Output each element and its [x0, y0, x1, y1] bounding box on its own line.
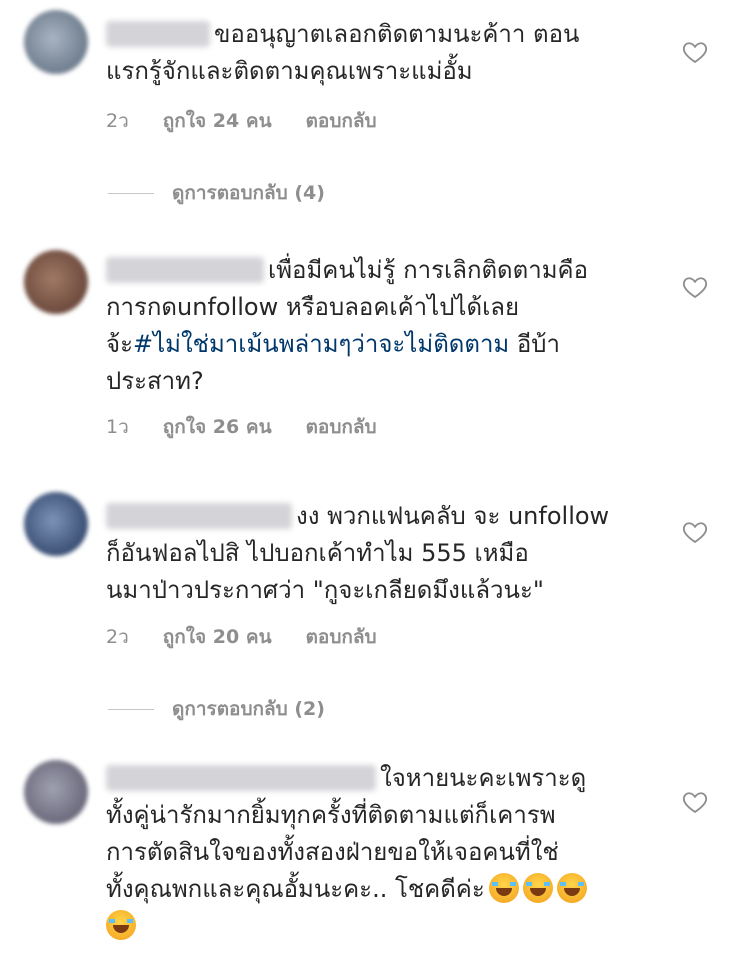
avatar[interactable]	[24, 760, 88, 824]
heart-outline-icon[interactable]	[681, 38, 709, 66]
face-with-tears-of-joy-icon	[522, 873, 553, 903]
view-replies-1[interactable]: ดูการตอบกลับ (4)	[108, 178, 325, 208]
replies-divider	[108, 192, 154, 194]
likes-count[interactable]: ถูกใจ 20 คน	[163, 622, 272, 652]
likes-count[interactable]: ถูกใจ 26 คน	[163, 412, 272, 442]
heart-outline-icon[interactable]	[681, 518, 709, 546]
username-redacted[interactable]	[106, 257, 264, 283]
comment-time: 2ว	[106, 110, 129, 132]
avatar[interactable]	[24, 492, 88, 556]
avatar[interactable]	[24, 250, 88, 314]
comment-time: 2ว	[106, 626, 129, 648]
heart-outline-icon[interactable]	[681, 273, 709, 301]
reply-button[interactable]: ตอบกลับ	[306, 412, 377, 442]
reply-button[interactable]: ตอบกลับ	[306, 622, 377, 652]
comment-meta: 1ว ถูกใจ 26 คน ตอบกลับ	[106, 412, 377, 442]
avatar[interactable]	[24, 10, 88, 74]
heart-outline-icon[interactable]	[681, 788, 709, 816]
reply-button[interactable]: ตอบกลับ	[306, 106, 377, 136]
comment-meta: 2ว ถูกใจ 20 คน ตอบกลับ	[106, 622, 377, 652]
comment-text: เพื่อมีคนไม่รู้ การเลิกติดตามคือ การกดun…	[106, 256, 588, 395]
replies-divider	[108, 708, 154, 710]
face-with-tears-of-joy-icon	[106, 910, 136, 940]
comment-text: ขออนุญาตเลอกติดตามนะค้าา ตอน แรกรู้จักแล…	[106, 20, 580, 85]
username-redacted[interactable]	[106, 503, 292, 529]
comment-text: งง พวกแฟนคลับ จะ unfollow ก็อันฟอลไปสิ ไ…	[106, 502, 610, 604]
comment-time: 1ว	[106, 416, 129, 438]
username-redacted[interactable]	[106, 21, 210, 47]
username-redacted[interactable]	[106, 765, 376, 791]
face-with-tears-of-joy-icon	[556, 873, 587, 903]
comment-text: ใจหายนะคะเพราะดู ทั้งคู่น่ารักมากยิ้มทุก…	[106, 760, 646, 945]
face-with-tears-of-joy-icon	[488, 873, 519, 903]
comment-meta: 2ว ถูกใจ 24 คน ตอบกลับ	[106, 106, 377, 136]
likes-count[interactable]: ถูกใจ 24 คน	[163, 106, 272, 136]
view-replies-2[interactable]: ดูการตอบกลับ (2)	[108, 694, 325, 724]
view-replies-label[interactable]: ดูการตอบกลับ (4)	[172, 178, 325, 208]
hashtag-link[interactable]: #ไม่ใช่มาเม้นพล่ามๆว่าจะไม่ติดตาม	[133, 330, 509, 358]
view-replies-label[interactable]: ดูการตอบกลับ (2)	[172, 694, 325, 724]
